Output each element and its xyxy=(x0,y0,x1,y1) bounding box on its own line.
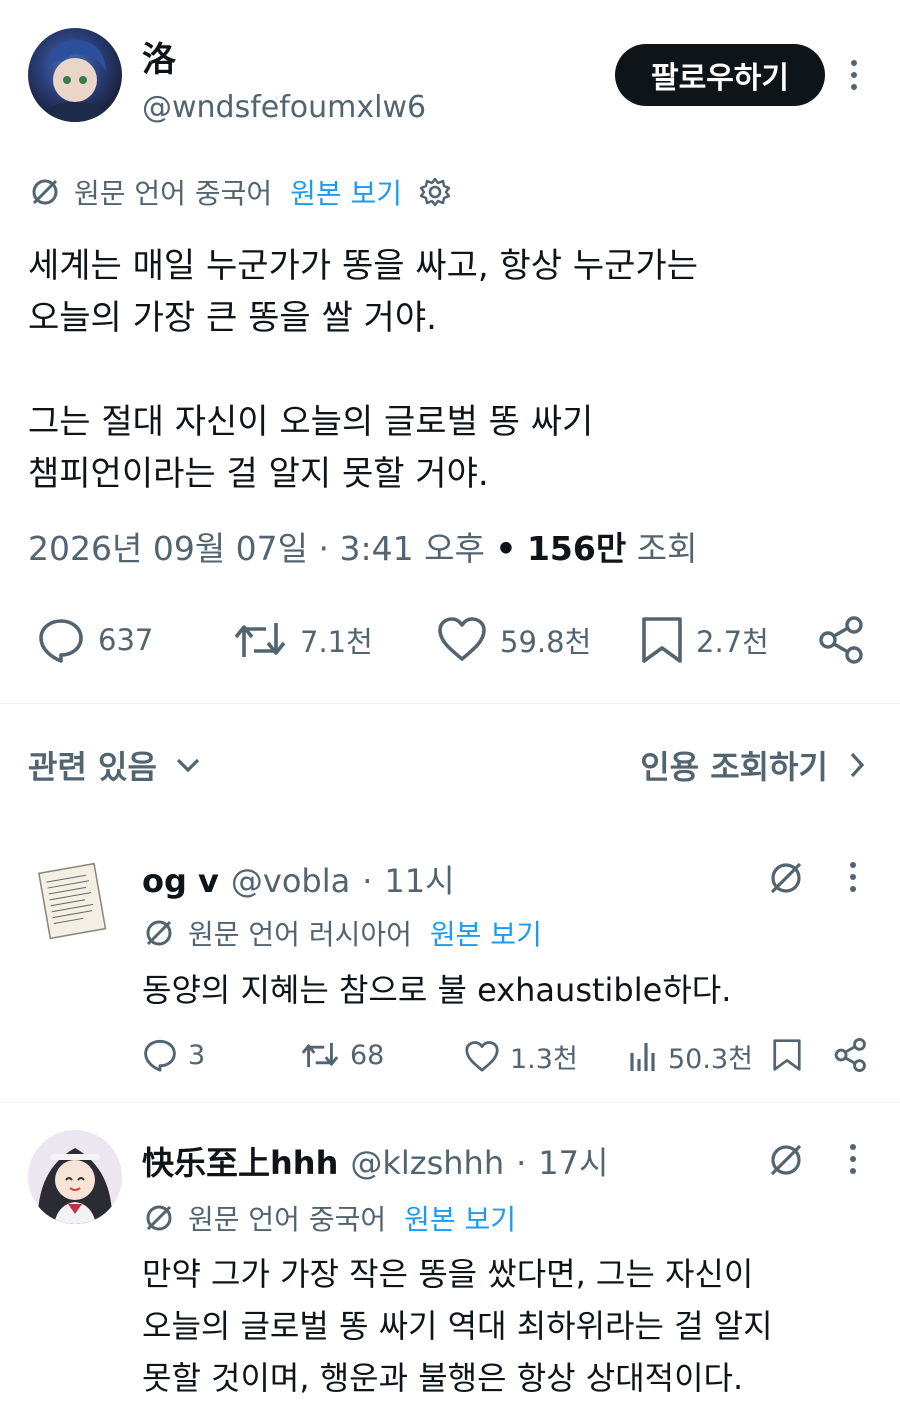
author-handle[interactable]: @wndsfefoumxlw6 xyxy=(142,90,426,125)
reply-icon xyxy=(36,615,86,665)
like-count: 59.8천 xyxy=(500,625,592,659)
retweet-button[interactable]: 68 xyxy=(300,1037,384,1073)
translate-toggle-icon[interactable] xyxy=(766,1140,806,1180)
tweet-line: 그는 절대 자신이 오늘의 글로벌 똥 싸기 xyxy=(28,402,594,442)
like-button[interactable]: 59.8천 xyxy=(436,615,591,665)
quote-view-link[interactable]: 인용 조회하기 xyxy=(640,742,866,788)
translation-source: 원문 언어 중국어 xyxy=(74,177,273,210)
retweet-icon xyxy=(232,615,288,665)
reply-author-handle[interactable]: @vobla xyxy=(231,862,350,900)
reply-header: 快乐至上hhh @klzshhh · 17시 xyxy=(142,1138,608,1184)
tweet-line: 챔피언이라는 걸 알지 못할 거야. xyxy=(28,454,489,494)
like-count: 1.3천 xyxy=(510,1044,578,1075)
share-icon[interactable] xyxy=(834,1037,868,1073)
reply-author-name[interactable]: og v xyxy=(142,862,219,900)
tweet-line: 오늘의 가장 큰 똥을 쌀 거야. xyxy=(28,298,437,338)
retweet-count: 68 xyxy=(350,1039,385,1071)
quote-view-label: 인용 조회하기 xyxy=(640,748,828,786)
follow-button[interactable]: 팔로우하기 xyxy=(615,44,825,106)
reply-author-name[interactable]: 快乐至上hhh xyxy=(142,1138,338,1184)
more-icon[interactable] xyxy=(849,1144,857,1180)
reply-text: 만약 그가 가장 작은 똥을 쌌다면, 그는 자신이 오늘의 글로벌 똥 싸기 … xyxy=(142,1248,882,1404)
translation-source: 원문 언어 중국어 xyxy=(188,1203,387,1236)
retweet-icon xyxy=(300,1037,340,1073)
bookmark-count: 2.7천 xyxy=(696,625,769,659)
tweet-date[interactable]: 2026년 09월 07일 xyxy=(28,529,308,568)
view-original-link[interactable]: 원본 보기 xyxy=(430,913,542,953)
related-dropdown[interactable]: 관련 있음 xyxy=(28,742,201,788)
translation-row: 원문 언어 중국어 원본 보기 xyxy=(28,172,452,212)
translation-source: 원문 언어 러시아어 xyxy=(188,918,412,951)
view-original-link[interactable]: 원본 보기 xyxy=(290,172,402,212)
tweet-text: 세계는 매일 누군가가 똥을 싸고, 항상 누군가는 오늘의 가장 큰 똥을 쌀… xyxy=(28,240,868,500)
chevron-right-icon xyxy=(848,750,866,780)
meta-separator: · xyxy=(318,529,330,568)
views-icon xyxy=(628,1039,658,1075)
translation-row: 원문 언어 중국어 원본 보기 xyxy=(142,1198,516,1238)
reply-author-handle[interactable]: @klzshhh xyxy=(350,1144,504,1182)
tweet-meta: 2026년 09월 07일 · 3:41 오후 • 156만 조회 xyxy=(28,522,697,570)
author-avatar[interactable] xyxy=(28,28,122,122)
view-count: 50.3천 xyxy=(668,1044,753,1075)
share-icon[interactable] xyxy=(818,615,866,665)
divider xyxy=(0,1102,900,1103)
divider xyxy=(0,703,900,704)
meta-separator: • xyxy=(495,529,517,568)
translate-icon xyxy=(142,916,176,950)
translation-row: 원문 언어 러시아어 원본 보기 xyxy=(142,913,542,953)
bookmark-icon[interactable] xyxy=(772,1037,802,1073)
reply-time[interactable]: 11시 xyxy=(384,856,454,902)
bookmark-icon xyxy=(640,615,684,665)
view-count: 156만 xyxy=(526,529,627,568)
reply-line: 만약 그가 가장 작은 똥을 쌌다면, 그는 자신이 xyxy=(142,1255,754,1293)
bookmark-button[interactable]: 2.7천 xyxy=(640,615,769,665)
view-label: 조회 xyxy=(636,529,698,568)
reply-button[interactable]: 637 xyxy=(36,615,153,665)
retweet-count: 7.1천 xyxy=(300,625,373,659)
meta-separator: · xyxy=(362,862,373,900)
view-original-link[interactable]: 원본 보기 xyxy=(404,1198,516,1238)
meta-separator: · xyxy=(516,1144,527,1182)
like-button[interactable]: 1.3천 xyxy=(464,1037,578,1076)
related-label: 관련 있음 xyxy=(28,748,157,786)
reply-line: 오늘의 글로벌 똥 싸기 역대 최하위라는 걸 알지 xyxy=(142,1307,773,1345)
author-name[interactable]: 洛 xyxy=(142,32,176,81)
views-button[interactable]: 50.3천 xyxy=(628,1037,753,1076)
reply-icon xyxy=(142,1037,178,1073)
translate-icon xyxy=(28,175,62,209)
reply-avatar[interactable] xyxy=(28,1130,122,1224)
translate-icon xyxy=(142,1201,176,1235)
reply-text: 동양의 지혜는 참으로 불 exhaustible하다. xyxy=(142,971,732,1009)
reply-count: 3 xyxy=(188,1039,206,1071)
translate-toggle-icon[interactable] xyxy=(766,858,806,898)
reply-count: 637 xyxy=(98,623,154,657)
more-icon[interactable] xyxy=(849,862,857,898)
like-icon xyxy=(464,1039,500,1075)
tweet-line: 세계는 매일 누군가가 똥을 싸고, 항상 누군가는 xyxy=(28,246,698,286)
reply-avatar[interactable] xyxy=(30,858,114,942)
tweet-time[interactable]: 3:41 오후 xyxy=(340,529,485,568)
reply-line: 못할 것이며, 행운과 불행은 항상 상대적이다. xyxy=(142,1359,744,1397)
reply-time[interactable]: 17시 xyxy=(538,1138,608,1184)
more-icon[interactable] xyxy=(850,60,858,96)
like-icon xyxy=(436,615,488,665)
gear-icon[interactable] xyxy=(418,175,452,209)
retweet-button[interactable]: 7.1천 xyxy=(232,615,373,665)
chevron-down-icon xyxy=(175,755,201,775)
reply-button[interactable]: 3 xyxy=(142,1037,205,1073)
reply-header: og v @vobla · 11시 xyxy=(142,856,455,902)
